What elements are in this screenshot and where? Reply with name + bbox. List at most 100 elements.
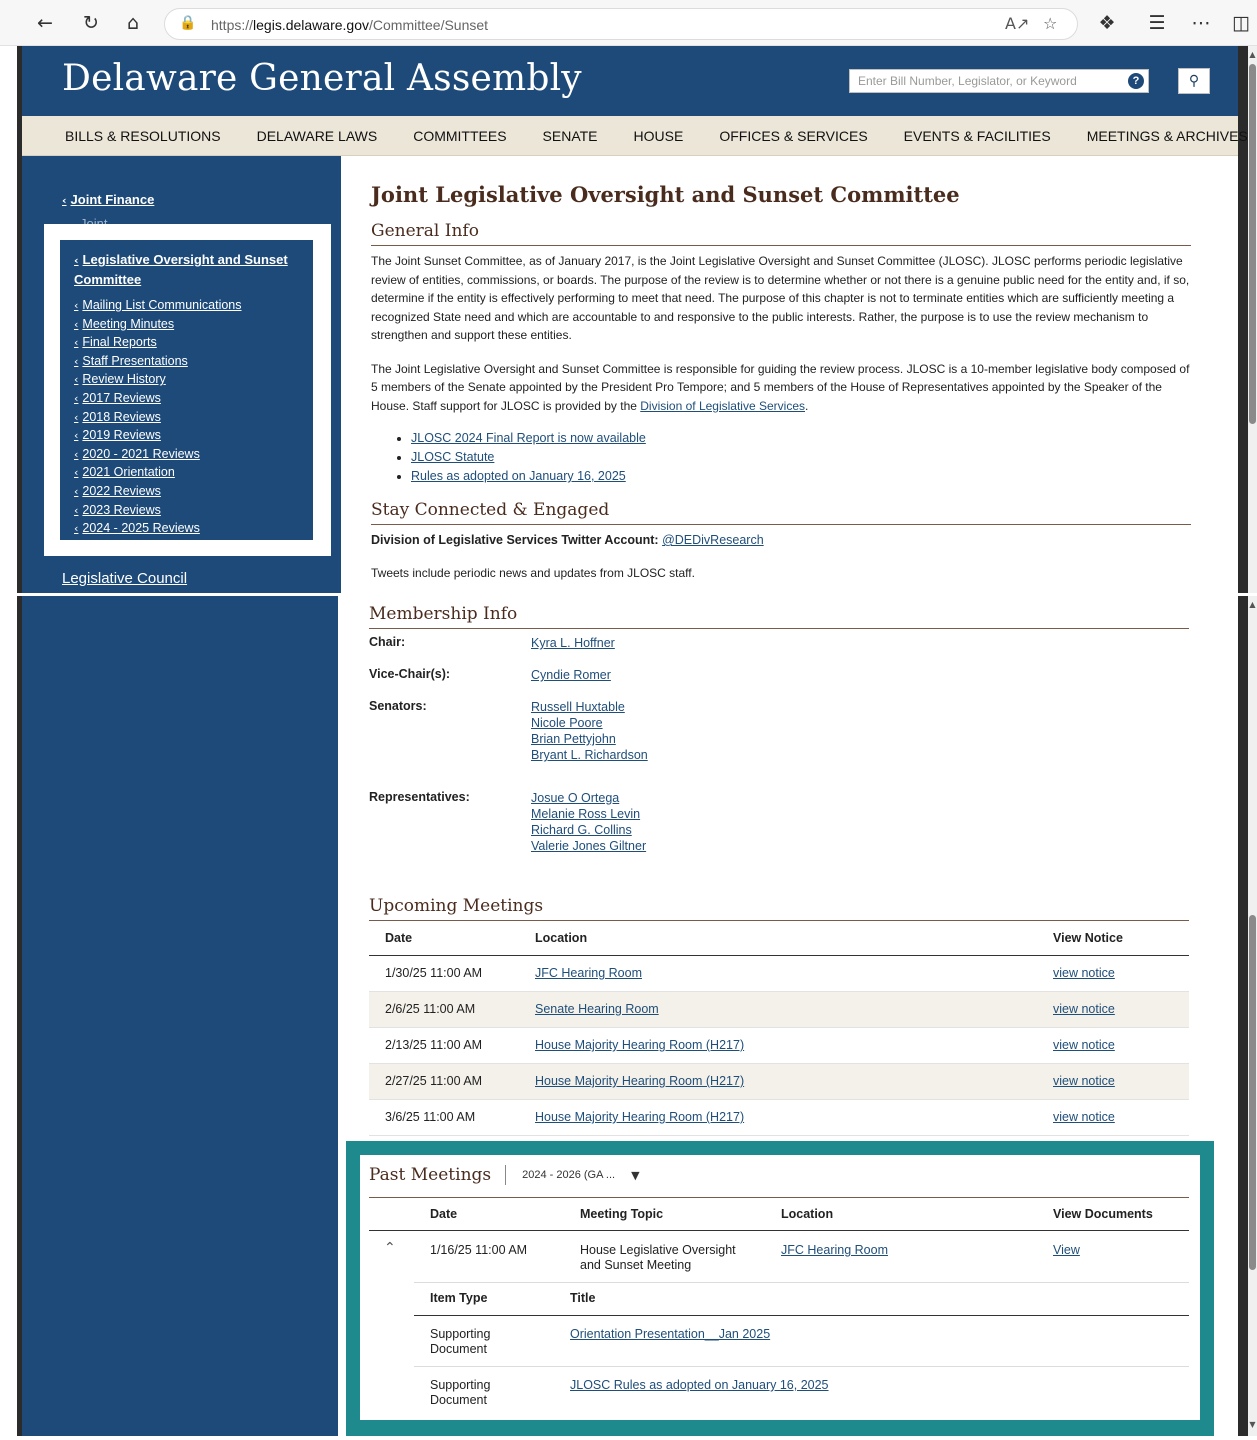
nav-senate[interactable]: SENATE	[543, 128, 598, 144]
sidebar-sublink[interactable]: ‹ Review History	[74, 372, 242, 391]
list-item: JLOSC Statute	[411, 448, 1191, 467]
document-link[interactable]: JLOSC Rules as adopted on January 16, 20…	[570, 1378, 829, 1392]
twitter-label: Division of Legislative Services Twitter…	[371, 533, 659, 547]
past-meetings-panel: Past Meetings 2024 - 2026 (GA ... ▼ Date…	[360, 1155, 1200, 1420]
site-title[interactable]: Delaware General Assembly	[62, 58, 582, 99]
document-link[interactable]: Orientation Presentation__Jan 2025	[570, 1327, 770, 1341]
sublink-label: Review History	[82, 372, 166, 387]
member-link[interactable]: Melanie Ross Levin	[531, 806, 646, 822]
para2-end: .	[805, 398, 809, 413]
home-icon[interactable]: ⌂	[120, 10, 146, 36]
member-values: Josue O Ortega Melanie Ross Levin Richar…	[531, 790, 646, 854]
meeting-topic: House Legislative Oversight and Sunset Me…	[580, 1243, 736, 1273]
member-link[interactable]: Josue O Ortega	[531, 790, 646, 806]
back-arrow-icon[interactable]: ←	[32, 10, 58, 36]
location-link[interactable]: Senate Hearing Room	[535, 1002, 659, 1016]
section-heading-general: General Info	[371, 221, 1191, 246]
scroll-thumb-bottom[interactable]	[1249, 915, 1256, 1270]
nav-events[interactable]: EVENTS & FACILITIES	[904, 128, 1051, 144]
member-link[interactable]: Nicole Poore	[531, 715, 648, 731]
sidebar-sublink[interactable]: ‹ Mailing List Communications	[74, 298, 242, 317]
sidebar-icon[interactable]: ◫	[1228, 10, 1254, 36]
meeting-location: JFC Hearing Room	[519, 955, 1037, 992]
table-row: 2/13/25 11:00 AM House Majority Hearing …	[369, 1027, 1189, 1064]
favorites-icon[interactable]: ☰	[1144, 10, 1170, 36]
twitter-link[interactable]: @DEDivResearch	[662, 533, 764, 547]
sidebar-sublink[interactable]: ‹ 2024 - 2025 Reviews	[74, 521, 242, 540]
nav-committees[interactable]: COMMITTEES	[413, 128, 506, 144]
scroll-down-icon[interactable]: ▼	[1248, 1420, 1257, 1429]
sidebar-sublink[interactable]: ‹ 2021 Orientation	[74, 465, 242, 484]
member-link[interactable]: Valerie Jones Giltner	[531, 838, 646, 854]
member-link[interactable]: Russell Huxtable	[531, 699, 648, 715]
view-notice-link[interactable]: view notice	[1053, 1002, 1115, 1016]
main-content-lower: Membership Info Chair: Kyra L. Hoffner V…	[369, 604, 1189, 1136]
search-button[interactable]: ⚲	[1178, 68, 1210, 94]
location-link[interactable]: House Majority Hearing Room (H217)	[535, 1074, 744, 1088]
chevron-left-icon: ‹	[74, 254, 79, 267]
final-report-link[interactable]: JLOSC 2024 Final Report is now available	[411, 431, 646, 445]
scroll-up-icon[interactable]: ▲	[1248, 50, 1257, 59]
sidebar-sublink[interactable]: ‹ 2017 Reviews	[74, 391, 242, 410]
item-type: Supporting Document	[430, 1327, 490, 1357]
nav-laws[interactable]: DELAWARE LAWS	[257, 128, 378, 144]
sidebar-link-legislative-council[interactable]: Legislative Council	[62, 570, 187, 587]
page-title: Joint Legislative Oversight and Sunset C…	[371, 182, 960, 207]
member-link[interactable]: Cyndie Romer	[531, 667, 611, 683]
sidebar-active-label: Legislative Oversight and Sunset Committ…	[74, 252, 288, 287]
sidebar-background	[22, 596, 338, 1436]
location-link[interactable]: JFC Hearing Room	[781, 1243, 888, 1257]
sidebar-sublink[interactable]: ‹ 2018 Reviews	[74, 410, 242, 429]
sublink-label: Meeting Minutes	[82, 316, 175, 331]
rules-link[interactable]: Rules as adopted on January 16, 2025	[411, 469, 626, 483]
sidebar-active-title[interactable]: ‹ Legislative Oversight and Sunset Commit…	[74, 250, 306, 289]
location-link[interactable]: House Majority Hearing Room (H217)	[535, 1038, 744, 1052]
more-icon[interactable]: ⋯	[1188, 10, 1214, 36]
member-link[interactable]: Brian Pettyjohn	[531, 731, 648, 747]
member-values: Russell Huxtable Nicole Poore Brian Pett…	[531, 699, 648, 763]
member-link[interactable]: Richard G. Collins	[531, 822, 646, 838]
session-select[interactable]: 2024 - 2026 (GA ...	[522, 1169, 615, 1181]
nav-house[interactable]: HOUSE	[634, 128, 684, 144]
chevron-up-icon[interactable]: ⌃	[384, 1240, 396, 1256]
scroll-thumb-top[interactable]	[1249, 64, 1256, 424]
member-link[interactable]: Kyra L. Hoffner	[531, 635, 615, 651]
table-rule	[369, 1230, 1189, 1231]
scroll-up-icon[interactable]: ▲	[1248, 600, 1257, 609]
sidebar-sublink[interactable]: ‹ Final Reports	[74, 335, 242, 354]
refresh-icon[interactable]: ↻	[78, 10, 104, 36]
search-input[interactable]: Enter Bill Number, Legislator, or Keywor…	[849, 69, 1149, 93]
sidebar-sublink[interactable]: ‹ 2022 Reviews	[74, 484, 242, 503]
nav-meetings[interactable]: MEETINGS & ARCHIVES	[1087, 128, 1248, 144]
division-link[interactable]: Division of Legislative Services	[640, 399, 805, 413]
member-row-chair: Chair: Kyra L. Hoffner	[369, 635, 1189, 667]
sublink-label: 2017 Reviews	[82, 390, 161, 405]
view-notice-link[interactable]: view notice	[1053, 1110, 1115, 1124]
caret-down-icon[interactable]: ▼	[631, 1169, 639, 1182]
sidebar-sublink[interactable]: ‹ Meeting Minutes	[74, 317, 242, 336]
sidebar-link-joint-finance[interactable]: ‹ Joint Finance	[62, 192, 154, 207]
sidebar-sublink[interactable]: ‹ 2019 Reviews	[74, 428, 242, 447]
location-link[interactable]: JFC Hearing Room	[535, 966, 642, 980]
view-documents-link[interactable]: View	[1053, 1243, 1080, 1257]
view-notice-link[interactable]: view notice	[1053, 966, 1115, 980]
read-aloud-icon[interactable]: A↗	[1005, 14, 1029, 33]
help-icon[interactable]: ?	[1128, 73, 1144, 89]
nav-offices[interactable]: OFFICES & SERVICES	[719, 128, 867, 144]
statute-link[interactable]: JLOSC Statute	[411, 450, 494, 464]
view-notice-link[interactable]: view notice	[1053, 1038, 1115, 1052]
past-meetings-header: Past Meetings 2024 - 2026 (GA ... ▼	[369, 1165, 640, 1185]
address-bar[interactable]: 🔒 https://legis.delaware.gov/Committee/S…	[164, 8, 1078, 40]
sidebar-sublink[interactable]: ‹ 2020 - 2021 Reviews	[74, 447, 242, 466]
chevron-left-icon: ‹	[74, 522, 79, 536]
location-link[interactable]: House Majority Hearing Room (H217)	[535, 1110, 744, 1124]
member-link[interactable]: Bryant L. Richardson	[531, 747, 648, 763]
nav-bills[interactable]: BILLS & RESOLUTIONS	[65, 128, 221, 144]
row-divider	[414, 1282, 1189, 1283]
favorite-star-icon[interactable]: ☆	[1043, 14, 1057, 33]
extensions-icon[interactable]: ❖	[1094, 10, 1120, 36]
view-notice-link[interactable]: view notice	[1053, 1074, 1115, 1088]
sidebar-sublink[interactable]: ‹ Staff Presentations	[74, 354, 242, 373]
sidebar-sublink[interactable]: ‹ 2023 Reviews	[74, 503, 242, 522]
twitter-line: Division of Legislative Services Twitter…	[371, 531, 1191, 550]
